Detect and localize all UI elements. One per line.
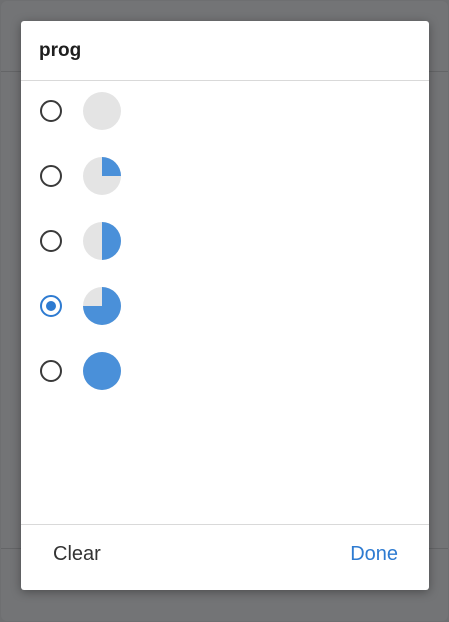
- progress-picker-dialog: prog Clear Done: [21, 21, 429, 590]
- dialog-footer: Clear Done: [21, 524, 429, 590]
- dialog-header: prog: [21, 21, 429, 81]
- progress-option[interactable]: [21, 146, 429, 206]
- radio-button[interactable]: [40, 230, 62, 252]
- clear-button[interactable]: Clear: [53, 543, 101, 566]
- dialog-title: prog: [39, 39, 82, 61]
- radio-button[interactable]: [40, 165, 62, 187]
- progress-option[interactable]: [21, 211, 429, 271]
- radio-button[interactable]: [40, 100, 62, 122]
- progress-option[interactable]: [21, 81, 429, 141]
- progress-option[interactable]: [21, 276, 429, 336]
- done-button[interactable]: Done: [350, 543, 398, 566]
- progress-pie-icon: [83, 287, 121, 325]
- progress-pie-icon: [83, 352, 121, 390]
- radio-button-selected[interactable]: [40, 295, 62, 317]
- progress-pie-icon: [83, 222, 121, 260]
- radio-dot: [46, 301, 56, 311]
- progress-pie-icon: [83, 157, 121, 195]
- progress-pie-icon: [83, 92, 121, 130]
- radio-button[interactable]: [40, 360, 62, 382]
- progress-option[interactable]: [21, 341, 429, 401]
